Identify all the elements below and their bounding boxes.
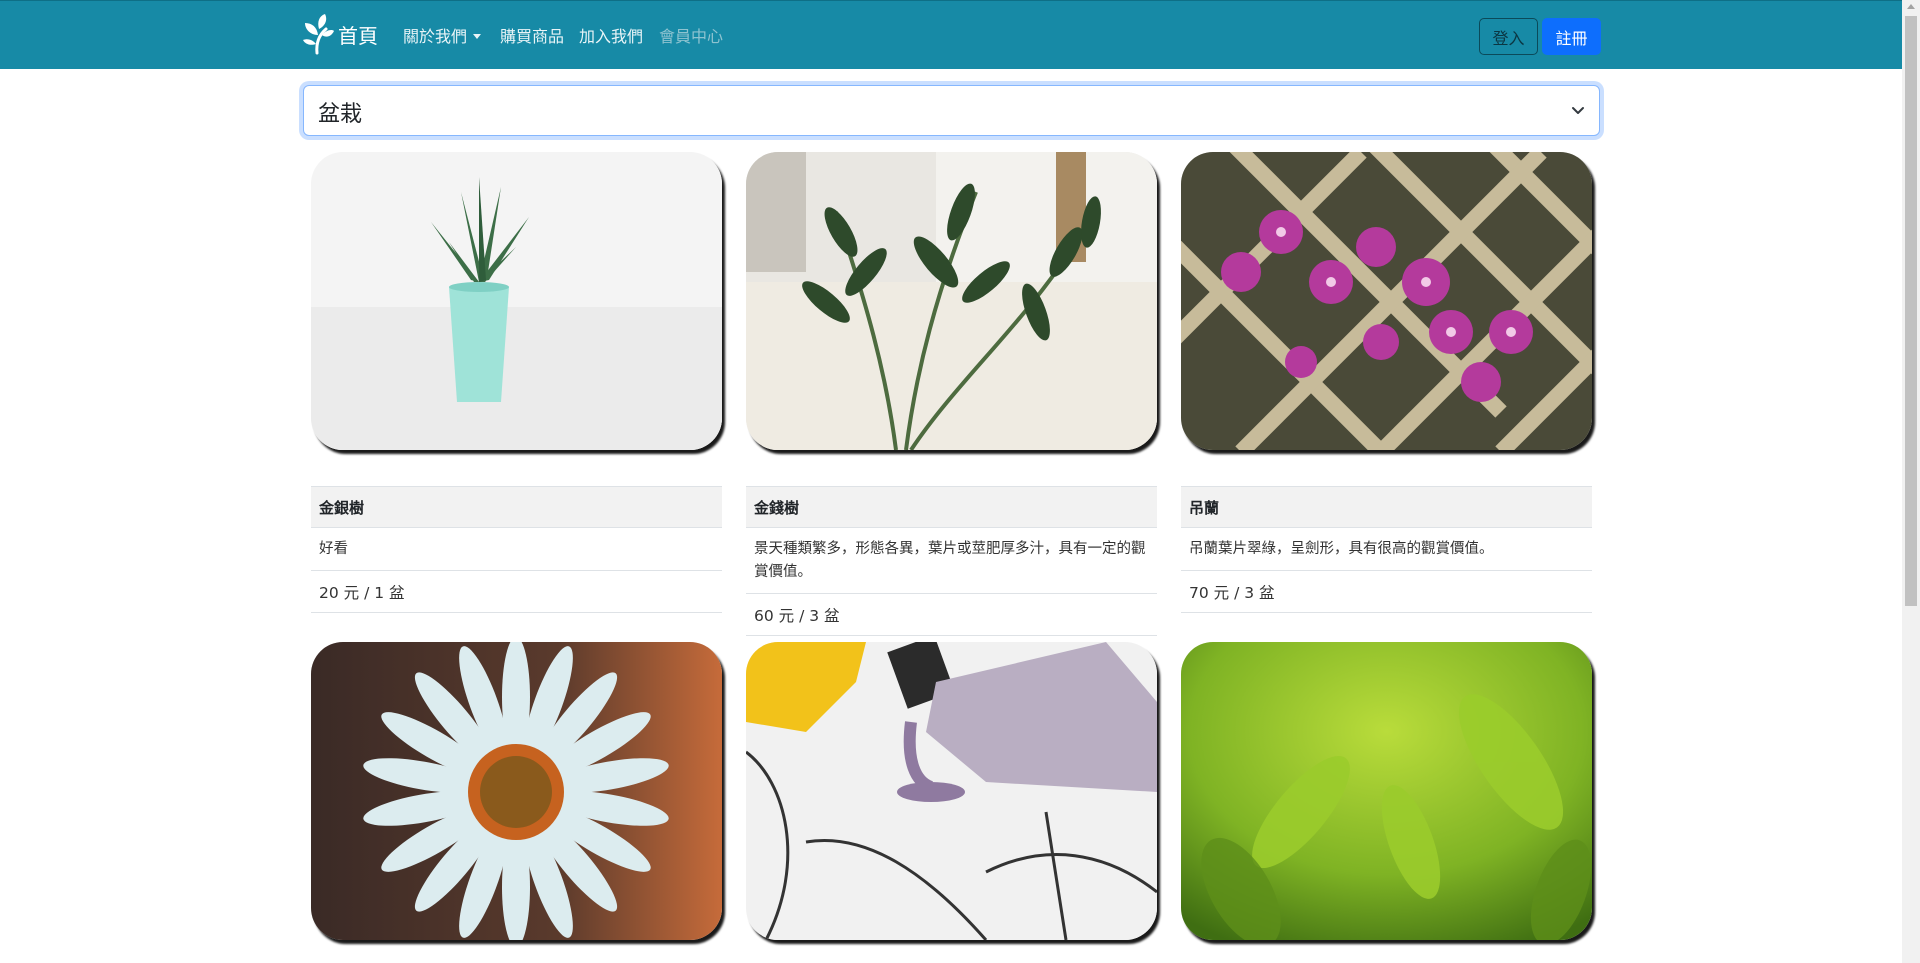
chevron-down-icon [1572,107,1584,114]
product-image-succulent[interactable] [311,152,722,450]
product-price: 20 元 / 1 盆 [311,571,722,613]
product-name: 金銀樹 [311,486,722,528]
register-button[interactable]: 註冊 [1542,18,1601,55]
leaf-logo-icon [303,14,334,55]
login-button[interactable]: 登入 [1479,18,1538,55]
product-name: 吊蘭 [1181,486,1592,528]
product-description: 景天種類繁多，形態各異，葉片或莖肥厚多汁，具有一定的觀賞價值。 [746,528,1157,594]
nav-join-us[interactable]: 加入我們 [579,23,643,47]
product-description: 吊蘭葉片翠綠，呈劍形，具有很高的觀賞價值。 [1181,528,1592,571]
product-image-nail-polish[interactable] [746,642,1157,940]
page-scrollbar[interactable] [1902,0,1920,963]
product-info: 金錢樹 景天種類繁多，形態各異，葉片或莖肥厚多汁，具有一定的觀賞價值。 60 元… [746,486,1157,636]
product-name: 金錢樹 [746,486,1157,528]
product-info: 吊蘭 吊蘭葉片翠綠，呈劍形，具有很高的觀賞價值。 70 元 / 3 盆 [1181,486,1592,613]
brand-link[interactable]: 首頁 [302,13,378,55]
product-image-zz-plant[interactable] [746,152,1157,450]
product-description: 好看 [311,528,722,571]
nav-buy-products[interactable]: 購買商品 [500,23,564,47]
top-navbar: 首頁 關於我們 購買商品 加入我們 會員中心 登入 註冊 [0,0,1902,69]
nav-about-label: 關於我們 [403,27,468,46]
product-info: 金銀樹 好看 20 元 / 1 盆 [311,486,722,613]
scrollbar-thumb[interactable] [1905,16,1917,606]
scroll-up-arrow-icon[interactable] [1907,4,1915,9]
category-select-value: 盆栽 [318,102,363,127]
product-price: 60 元 / 3 盆 [746,594,1157,636]
product-price: 70 元 / 3 盆 [1181,571,1592,613]
brand-label: 首頁 [338,24,378,48]
caret-down-icon [473,34,482,39]
nav-about-dropdown[interactable]: 關於我們 [403,23,482,47]
category-select[interactable]: 盆栽 [303,85,1600,136]
nav-member-center: 會員中心 [659,27,724,46]
product-image-orchids[interactable] [1181,152,1592,450]
product-image-tea-leaves[interactable] [1181,642,1592,940]
product-image-daisy[interactable] [311,642,722,940]
